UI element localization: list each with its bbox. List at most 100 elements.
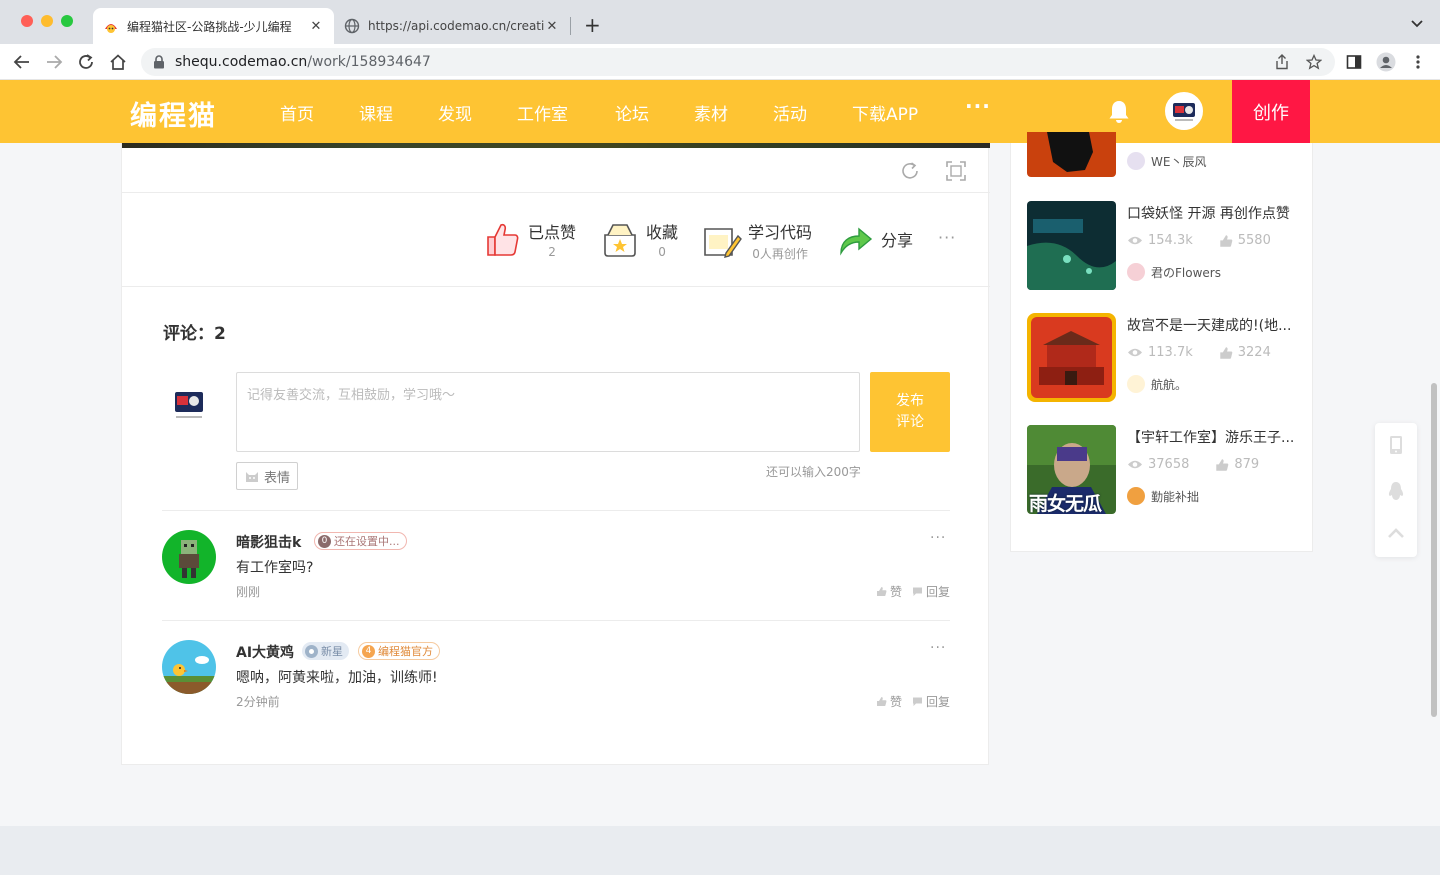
fullscreen-icon[interactable] [945, 160, 967, 182]
side-panel-icon [1346, 55, 1362, 69]
share-label: 分享 [881, 231, 914, 250]
like-label: 已点赞 [528, 223, 577, 242]
nav-discover[interactable]: 发现 [438, 100, 472, 125]
study-code-button[interactable]: 学习代码 0人再创作 [702, 219, 812, 262]
more-actions-button[interactable]: ··· [938, 228, 956, 247]
comment-like-button[interactable]: 赞 [876, 583, 902, 600]
recommended-works: WE丶辰风 口袋妖怪 开源 再创作点赞 154.3k 5580 君のFlower… [1010, 132, 1313, 552]
work-title[interactable]: 故宫不是一天建成的!(地... [1127, 315, 1297, 335]
comment-input[interactable]: 记得友善交流，互相鼓励，学习哦～ [236, 372, 860, 452]
reload-button[interactable] [75, 51, 97, 73]
maximize-window-button[interactable] [61, 15, 73, 27]
recommended-work[interactable]: 故宫不是一天建成的!(地... 113.7k 3224 航航。 [1027, 313, 1307, 403]
eye-icon [1128, 236, 1142, 245]
comment-reply-button[interactable]: 回复 [912, 583, 950, 600]
tab-close-icon[interactable]: ✕ [308, 19, 324, 34]
new-tab-button[interactable]: + [584, 15, 601, 35]
work-author[interactable]: 航航。 [1127, 375, 1187, 393]
tab-codemao[interactable]: 编程猫社区-公路挑战-少儿编程 ✕ [93, 8, 334, 44]
bookmark-button[interactable] [1303, 51, 1325, 73]
author-avatar [1127, 487, 1145, 505]
badge-level: 4 [362, 644, 375, 658]
nav-home[interactable]: 首页 [280, 100, 314, 125]
comment-time: 2分钟前 [236, 695, 280, 709]
lock-icon [154, 55, 164, 69]
forward-button[interactable] [43, 51, 65, 73]
work-thumbnail[interactable] [1027, 201, 1116, 290]
nav-courses[interactable]: 课程 [359, 100, 393, 125]
nav-materials[interactable]: 素材 [694, 100, 728, 125]
work-author[interactable]: 君のFlowers [1127, 263, 1221, 281]
nav-forum[interactable]: 论坛 [615, 100, 649, 125]
minimize-window-button[interactable] [41, 15, 53, 27]
badge-text: 新星 [321, 645, 343, 658]
eye-icon [1128, 348, 1142, 357]
comment-more-button[interactable]: ··· [930, 530, 946, 546]
user-avatar[interactable] [1165, 92, 1203, 130]
like-count: 5580 [1237, 233, 1271, 248]
home-button[interactable] [107, 51, 129, 73]
share-button[interactable]: 分享 [835, 219, 913, 259]
comment-time: 刚刚 [236, 585, 261, 599]
like-label: 赞 [890, 695, 903, 709]
nav-events[interactable]: 活动 [773, 100, 807, 125]
post-comment-button[interactable]: 发布 评论 [870, 372, 950, 452]
nav-download-app[interactable]: 下载APP [852, 100, 918, 125]
back-to-top-icon[interactable] [1385, 523, 1407, 545]
author-name: 航航。 [1151, 377, 1188, 392]
back-button[interactable] [11, 51, 33, 73]
divider [162, 620, 950, 621]
zombie-avatar-image [162, 530, 216, 584]
badge-level: 0 [318, 534, 331, 548]
comment-reply-button[interactable]: 回复 [912, 693, 950, 710]
tablet-icon[interactable] [1385, 434, 1407, 456]
work-title[interactable]: 口袋妖怪 开源 再创作点赞 [1127, 203, 1297, 223]
comment-more-button[interactable]: ··· [930, 640, 946, 656]
tab-separator [570, 17, 571, 35]
browser-menu-button[interactable] [1407, 51, 1429, 73]
chevron-down-icon[interactable] [1410, 17, 1424, 31]
share-page-button[interactable] [1271, 51, 1293, 73]
reply-label: 回复 [926, 695, 951, 709]
work-author[interactable]: WE丶辰风 [1127, 152, 1206, 170]
my-avatar-image [172, 386, 206, 424]
bell-icon[interactable] [1107, 99, 1131, 125]
work-thumbnail[interactable] [1027, 313, 1116, 402]
home-icon [110, 54, 126, 70]
side-panel-button[interactable] [1343, 51, 1365, 73]
nav-more-button[interactable]: ··· [965, 94, 991, 118]
reply-bubble-icon [913, 587, 922, 596]
remix-count: 0人再创作 [752, 247, 808, 261]
restart-icon[interactable] [899, 160, 921, 182]
work-author[interactable]: 勤能补拙 [1127, 487, 1199, 505]
codemao-logo[interactable]: 编程猫 [130, 94, 217, 133]
commenter-name[interactable]: AI大黄鸡 [236, 642, 294, 662]
work-thumbnail[interactable] [1027, 132, 1116, 177]
emoji-button[interactable]: 表情 [236, 462, 298, 490]
work-stats: 154.3k 5580 [1127, 233, 1297, 248]
address-bar[interactable]: shequ.codemao.cn/work/158934647 [141, 48, 1335, 76]
comment-like-button[interactable]: 赞 [876, 693, 902, 710]
profile-button[interactable] [1375, 51, 1397, 73]
qq-penguin-icon[interactable] [1385, 480, 1407, 502]
favorite-count: 0 [658, 245, 666, 259]
commenter-avatar[interactable] [162, 530, 216, 584]
like-button[interactable]: 已点赞 2 [482, 219, 576, 259]
author-name: 君のFlowers [1151, 265, 1221, 280]
tab-api[interactable]: https://api.codemao.cn/creation ✕ [334, 8, 570, 44]
recommended-work[interactable]: 雨女无瓜 【宇轩工作室】游乐王子... 37658 879 勤能补拙 [1027, 425, 1307, 515]
commenter-name[interactable]: 暗影狙击k [236, 532, 301, 552]
work-thumbnail-image [1027, 201, 1116, 290]
recommended-work[interactable]: 口袋妖怪 开源 再创作点赞 154.3k 5580 君のFlowers [1027, 201, 1307, 291]
nav-studio[interactable]: 工作室 [517, 100, 568, 125]
close-window-button[interactable] [21, 15, 33, 27]
star-badge-icon [305, 644, 318, 658]
work-thumbnail[interactable]: 雨女无瓜 [1027, 425, 1116, 514]
view-count: 154.3k [1148, 233, 1193, 248]
commenter-avatar[interactable] [162, 640, 216, 694]
page-scrollbar[interactable] [1431, 383, 1437, 717]
tab-close-icon[interactable]: ✕ [544, 19, 560, 34]
work-detail-card: 已点赞 2 收藏 0 学习代码 0人再创作 分享 ··· 评论：2 记得友善交流，互相… [121, 143, 990, 765]
work-title[interactable]: 【宇轩工作室】游乐王子... [1127, 427, 1297, 447]
favorite-button[interactable]: 收藏 0 [600, 219, 678, 259]
